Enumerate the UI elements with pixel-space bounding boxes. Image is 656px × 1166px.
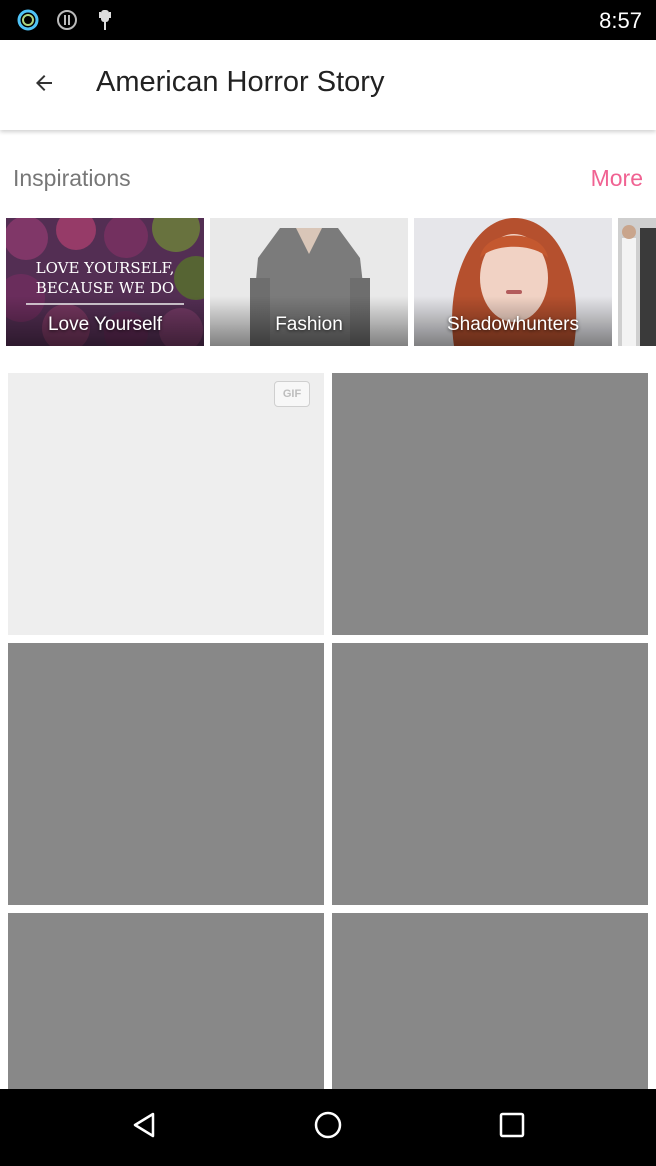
inspiration-tile-shadowhunters[interactable]: Shadowhunters xyxy=(414,218,612,346)
grid-item[interactable] xyxy=(332,373,648,635)
gif-badge: GIF xyxy=(274,381,310,407)
page-title: American Horror Story xyxy=(96,66,385,98)
android-debug-icon xyxy=(93,8,117,32)
back-triangle-icon xyxy=(129,1110,159,1145)
more-link[interactable]: More xyxy=(591,165,643,192)
status-time: 8:57 xyxy=(599,8,642,33)
inspiration-tile-love-yourself[interactable]: LOVE YOURSELF, BECAUSE WE DO Love Yourse… xyxy=(6,218,204,346)
nav-recents-button[interactable] xyxy=(488,1103,536,1151)
inspiration-label: Love Yourself xyxy=(47,314,163,335)
grid-item[interactable] xyxy=(8,913,324,1089)
grid-item[interactable] xyxy=(8,643,324,905)
recents-square-icon xyxy=(497,1110,527,1145)
pause-icon xyxy=(55,8,79,32)
app-bar: American Horror Story xyxy=(0,40,656,130)
arrow-left-icon xyxy=(32,71,56,100)
inspiration-tile-partial[interactable] xyxy=(618,218,656,346)
home-circle-icon xyxy=(313,1110,343,1145)
grid-item-gif[interactable]: GIF xyxy=(8,373,324,635)
grid-item[interactable] xyxy=(332,643,648,905)
ring-app-icon xyxy=(16,8,40,32)
inspirations-heading: Inspirations xyxy=(13,165,131,191)
system-nav-bar xyxy=(0,1089,656,1166)
back-button[interactable] xyxy=(20,61,68,109)
inspirations-carousel[interactable]: LOVE YOURSELF, BECAUSE WE DO Love Yourse… xyxy=(0,218,656,346)
nav-back-button[interactable] xyxy=(120,1103,168,1151)
people-thumbnail xyxy=(618,218,656,346)
inspiration-tile-fashion[interactable]: Fashion xyxy=(210,218,408,346)
grid-item[interactable] xyxy=(332,913,648,1089)
status-bar: 8:57 xyxy=(0,0,656,40)
nav-home-button[interactable] xyxy=(304,1103,352,1151)
inspiration-label: Fashion xyxy=(275,314,343,335)
tile-image-text: LOVE YOURSELF, BECAUSE WE DO xyxy=(35,259,175,297)
inspiration-label: Shadowhunters xyxy=(446,314,580,335)
